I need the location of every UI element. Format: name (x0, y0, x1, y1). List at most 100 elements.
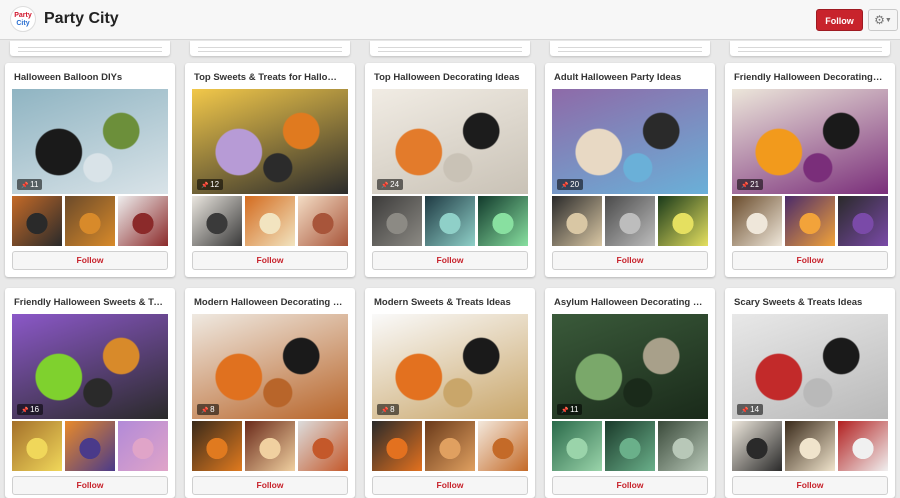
board-thumbnail[interactable] (372, 196, 422, 246)
board-cover-image[interactable]: 📌 20 (552, 89, 708, 194)
board-thumbnail[interactable] (605, 196, 655, 246)
board-card[interactable]: Top Sweets & Treats for Halloween 📌 12 Fol… (185, 63, 355, 277)
board-thumbnail[interactable] (298, 421, 348, 471)
board-title[interactable]: Top Sweets & Treats for Halloween (194, 72, 344, 83)
board-thumbnail[interactable] (245, 421, 295, 471)
board-thumbnail[interactable] (605, 421, 655, 471)
pin-count: 11 (30, 180, 39, 189)
follow-board-button[interactable]: Follow (552, 476, 708, 495)
top-bar: Party City Party City Follow ⚙▼ (0, 0, 900, 40)
board-card-stub (730, 41, 890, 56)
board-cover-image[interactable]: 📌 21 (732, 89, 888, 194)
board-title[interactable]: Scary Sweets & Treats Ideas (734, 297, 884, 308)
board-card[interactable]: Modern Halloween Decorating Ideas 📌 8 Foll… (185, 288, 355, 498)
follow-board-button[interactable]: Follow (12, 476, 168, 495)
board-card[interactable]: Adult Halloween Party Ideas 📌 20 Follow (545, 63, 715, 277)
follow-board-button[interactable]: Follow (372, 476, 528, 495)
board-thumbnail[interactable] (425, 421, 475, 471)
pin-count-badge: 📌 12 (197, 179, 224, 190)
board-thumbnail[interactable] (12, 196, 62, 246)
board-cover-image[interactable]: 📌 8 (192, 314, 348, 419)
board-thumbnail[interactable] (838, 421, 888, 471)
board-cover-image[interactable]: 📌 8 (372, 314, 528, 419)
board-title[interactable]: Friendly Halloween Sweets & Treats (14, 297, 164, 308)
board-card[interactable]: Top Halloween Decorating Ideas 📌 24 Follow (365, 63, 535, 277)
follow-board-button[interactable]: Follow (732, 476, 888, 495)
board-title[interactable]: Friendly Halloween Decorating Ideas (734, 72, 884, 83)
pin-count: 8 (210, 405, 215, 414)
board-thumbnail[interactable] (245, 196, 295, 246)
follow-board-button[interactable]: Follow (12, 251, 168, 270)
board-card-stub (370, 41, 530, 56)
gear-icon: ⚙ (874, 13, 885, 27)
board-thumbnail[interactable] (298, 196, 348, 246)
follow-board-button[interactable]: Follow (192, 251, 348, 270)
board-thumbnail[interactable] (732, 421, 782, 471)
board-cover-image[interactable]: 📌 11 (552, 314, 708, 419)
pin-icon: 📌 (381, 183, 391, 189)
page-title: Party City (44, 10, 119, 27)
board-thumbnail[interactable] (838, 196, 888, 246)
board-thumbnail[interactable] (425, 196, 475, 246)
divider (198, 47, 342, 52)
board-thumbnail[interactable] (658, 196, 708, 246)
board-title[interactable]: Top Halloween Decorating Ideas (374, 72, 524, 83)
settings-button[interactable]: ⚙▼ (868, 9, 898, 31)
board-thumbnail[interactable] (478, 196, 528, 246)
board-thumbnail[interactable] (192, 196, 242, 246)
pin-count: 8 (390, 405, 395, 414)
board-thumbnail[interactable] (192, 421, 242, 471)
board-thumbnail[interactable] (732, 196, 782, 246)
board-cover-image[interactable]: 📌 11 (12, 89, 168, 194)
follow-board-button[interactable]: Follow (732, 251, 888, 270)
board-card[interactable]: Friendly Halloween Decorating Ideas 📌 21 F… (725, 63, 895, 277)
follow-board-button[interactable]: Follow (552, 251, 708, 270)
board-cover-image[interactable]: 📌 24 (372, 89, 528, 194)
board-title[interactable]: Halloween Balloon DIYs (14, 72, 164, 83)
pin-count: 16 (30, 405, 40, 414)
pin-icon: 📌 (561, 408, 571, 414)
pin-icon: 📌 (201, 183, 211, 189)
board-card[interactable]: Friendly Halloween Sweets & Treats 📌 16 Fo… (5, 288, 175, 498)
pin-count: 20 (570, 180, 580, 189)
pin-icon: 📌 (21, 183, 31, 189)
board-thumbnail[interactable] (12, 421, 62, 471)
board-thumbnail[interactable] (658, 421, 708, 471)
follow-all-button[interactable]: Follow (816, 9, 863, 31)
logo-text-line1: Party (14, 12, 32, 19)
board-thumbnail[interactable] (65, 196, 115, 246)
board-card-stub (550, 41, 710, 56)
board-title[interactable]: Modern Sweets & Treats Ideas (374, 297, 524, 308)
board-cover-image[interactable]: 📌 16 (12, 314, 168, 419)
pin-count: 11 (570, 405, 579, 414)
board-card[interactable]: Asylum Halloween Decorating Ideas 📌 11 Fol… (545, 288, 715, 498)
pin-count-badge: 📌 11 (557, 404, 583, 415)
follow-board-button[interactable]: Follow (372, 251, 528, 270)
pin-count-badge: 📌 14 (737, 404, 764, 415)
board-thumbnail[interactable] (785, 421, 835, 471)
pin-count: 21 (750, 180, 760, 189)
pin-icon: 📌 (561, 183, 571, 189)
board-card[interactable]: Scary Sweets & Treats Ideas 📌 14 Follow (725, 288, 895, 498)
board-thumbnail[interactable] (552, 421, 602, 471)
divider (558, 47, 702, 52)
board-thumbnail[interactable] (118, 196, 168, 246)
pin-count: 24 (390, 180, 400, 189)
pin-icon: 📌 (741, 183, 751, 189)
board-thumbnail[interactable] (118, 421, 168, 471)
board-title[interactable]: Asylum Halloween Decorating Ideas (554, 297, 704, 308)
chevron-down-icon: ▼ (884, 17, 892, 24)
board-thumbnail[interactable] (65, 421, 115, 471)
board-thumbnail[interactable] (785, 196, 835, 246)
board-title[interactable]: Modern Halloween Decorating Ideas (194, 297, 344, 308)
board-card[interactable]: Modern Sweets & Treats Ideas 📌 8 Follow (365, 288, 535, 498)
board-thumbnail[interactable] (372, 421, 422, 471)
board-cover-image[interactable]: 📌 14 (732, 314, 888, 419)
board-cover-image[interactable]: 📌 12 (192, 89, 348, 194)
board-thumbnail[interactable] (552, 196, 602, 246)
board-thumbnail[interactable] (478, 421, 528, 471)
board-title[interactable]: Adult Halloween Party Ideas (554, 72, 704, 83)
board-card[interactable]: Halloween Balloon DIYs 📌 11 Follow (5, 63, 175, 277)
brand-logo[interactable]: Party City (10, 6, 36, 32)
follow-board-button[interactable]: Follow (192, 476, 348, 495)
